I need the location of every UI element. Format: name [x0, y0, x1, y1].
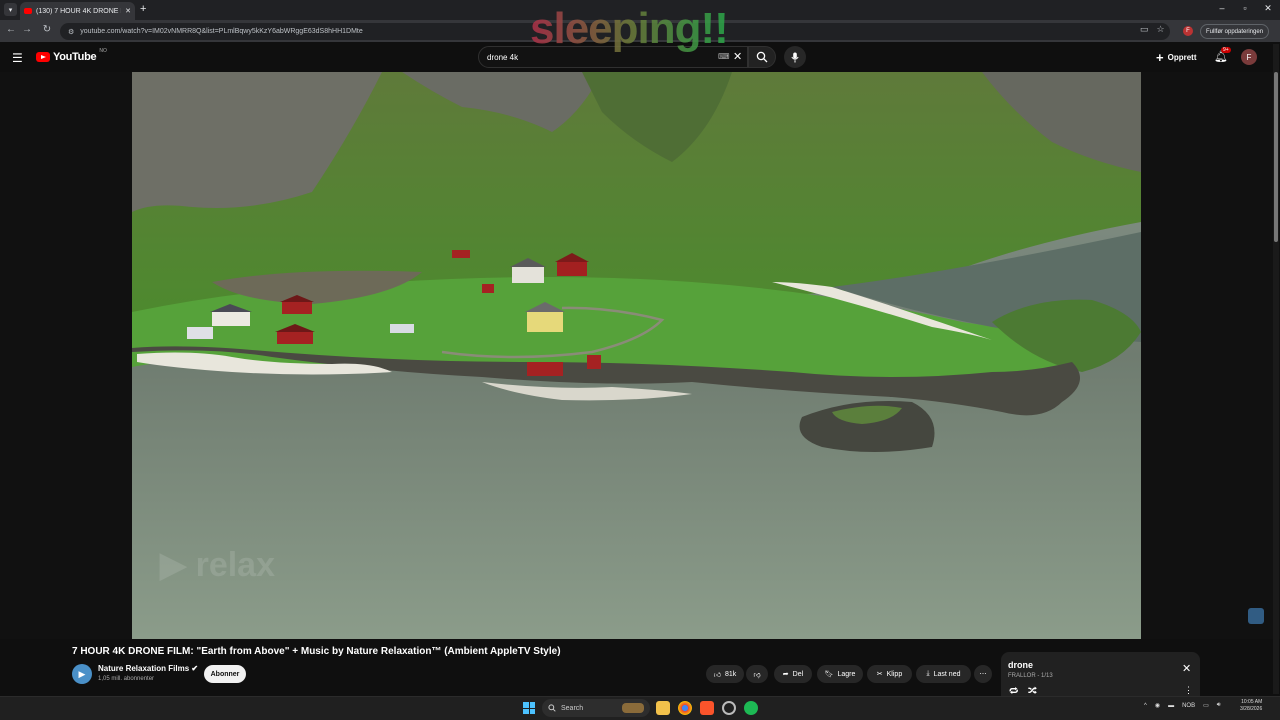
chevron-up-icon[interactable]: ^: [1144, 703, 1147, 709]
scissors-icon: ✂: [876, 671, 883, 678]
clip-label: Klipp: [886, 670, 903, 678]
subscribe-button[interactable]: Abonner: [204, 665, 246, 683]
back-button[interactable]: ←: [4, 24, 18, 35]
save-label: Lagre: [837, 670, 856, 678]
clip-button[interactable]: ✂ Klipp: [867, 665, 912, 683]
like-button[interactable]: 👍︎ 81k: [706, 665, 744, 683]
thumbs-down-icon: 👎︎: [753, 671, 761, 679]
url-text: youtube.com/watch?v=IM02vNMRR8Q&list=PLm…: [80, 28, 363, 35]
more-actions-button[interactable]: ⋯: [974, 665, 992, 683]
file-explorer-icon[interactable]: [656, 701, 670, 715]
tab-title: (130) 7 HOUR 4K DRONE FILM...: [36, 7, 121, 15]
start-button[interactable]: [523, 702, 535, 714]
clear-search-icon[interactable]: ✕: [733, 50, 742, 63]
reload-button[interactable]: ↻: [40, 24, 54, 35]
share-arrow-icon: ➦: [782, 671, 789, 678]
download-button[interactable]: ⤓ Last ned: [916, 665, 971, 683]
close-tab-icon[interactable]: ✕: [125, 7, 131, 15]
language-indicator[interactable]: NOB: [1182, 703, 1195, 709]
tab-search-button[interactable]: ▾: [4, 3, 17, 16]
plus-icon: +: [1156, 49, 1164, 65]
scrollbar-thumb[interactable]: [1274, 72, 1278, 242]
close-window-button[interactable]: ✕: [1258, 3, 1278, 14]
spotify-icon[interactable]: [744, 701, 758, 715]
miniplayer-icon[interactable]: [1248, 608, 1264, 624]
channel-name[interactable]: Nature Relaxation Films ✔: [98, 664, 198, 673]
brave-icon[interactable]: [700, 701, 714, 715]
taskbar-search-label: Search: [561, 704, 584, 712]
update-button[interactable]: Fullfør oppdateringen: [1200, 24, 1270, 39]
search-icon: [548, 704, 556, 712]
chrome-icon[interactable]: [678, 701, 692, 715]
profile-icon[interactable]: F: [1183, 26, 1193, 36]
system-tray: ^ ◉ ▬ NOB ▭ 🔊︎: [1144, 702, 1221, 709]
playlist-title[interactable]: drone: [1008, 660, 1033, 670]
like-count: 81k: [725, 670, 737, 678]
forward-button[interactable]: →: [20, 24, 34, 35]
more-horizontal-icon: ⋯: [979, 671, 987, 678]
taskbar-search[interactable]: Search: [542, 699, 650, 717]
save-button[interactable]: 🔖︎ Lagre: [817, 665, 863, 683]
clock-app-icon[interactable]: [722, 701, 736, 715]
video-player[interactable]: [132, 72, 1141, 639]
share-label: Del: [792, 670, 804, 678]
channel-avatar[interactable]: ▶: [72, 664, 92, 684]
bookmark-icon: 🔖︎: [824, 671, 834, 678]
browser-tab[interactable]: (130) 7 HOUR 4K DRONE FILM... ✕: [20, 2, 135, 20]
site-info-icon[interactable]: ⚙: [68, 28, 74, 36]
drone-landscape-frame: [132, 72, 1141, 639]
download-label: Last ned: [933, 670, 961, 678]
youtube-play-icon: [36, 52, 50, 62]
create-button[interactable]: + Opprett: [1156, 49, 1196, 65]
country-code: NO: [99, 48, 107, 54]
playlist-subtitle: FRALLOR - 1/13: [1008, 673, 1053, 679]
minimize-button[interactable]: –: [1212, 3, 1232, 13]
voice-search-button[interactable]: [784, 46, 806, 68]
close-playlist-icon[interactable]: ✕: [1182, 662, 1191, 675]
cast-icon[interactable]: ▭: [1140, 24, 1149, 35]
tray-app-icon[interactable]: ◉: [1155, 702, 1160, 709]
notification-badge: 9+: [1221, 47, 1231, 53]
maximize-button[interactable]: ▫: [1235, 3, 1255, 13]
network-icon[interactable]: ▭: [1203, 702, 1209, 709]
youtube-logo[interactable]: YouTube NO: [36, 48, 107, 63]
download-icon: ⤓: [926, 670, 930, 677]
thumbs-up-icon: 👍︎: [713, 671, 722, 679]
channel-watermark[interactable]: ▶ relax: [160, 545, 275, 585]
clock-date: 3/28/2026: [1240, 706, 1263, 712]
share-button[interactable]: ➦ Del: [774, 665, 812, 683]
new-tab-button[interactable]: +: [140, 3, 146, 15]
overlay-caption: sleeping!!: [530, 4, 729, 53]
youtube-favicon-icon: [24, 8, 32, 14]
microphone-icon: [791, 52, 799, 62]
subscriber-count: 1,05 mill. abonnenter: [98, 676, 155, 682]
video-title: 7 HOUR 4K DRONE FILM: "Earth from Above"…: [72, 646, 561, 657]
dislike-button[interactable]: 👎︎: [746, 665, 768, 683]
logo-text: YouTube: [53, 51, 97, 63]
avatar[interactable]: F: [1241, 49, 1257, 65]
search-button[interactable]: [748, 46, 776, 68]
create-label: Opprett: [1167, 52, 1197, 62]
tray-app-icon-2[interactable]: ▬: [1168, 703, 1174, 709]
menu-icon[interactable]: ☰: [12, 51, 23, 65]
clock-time: 10:05 AM: [1241, 699, 1263, 705]
bookmark-star-icon[interactable]: ☆: [1157, 24, 1165, 35]
search-highlight-image: [622, 703, 644, 713]
taskbar-clock[interactable]: 10:05 AM 3/28/2026: [1240, 699, 1262, 713]
volume-icon[interactable]: 🔊︎: [1217, 702, 1221, 709]
search-icon: [756, 51, 768, 63]
playlist-more-icon[interactable]: ⋮: [1184, 685, 1193, 696]
omnibox-actions: ▭ ☆: [1140, 24, 1165, 35]
